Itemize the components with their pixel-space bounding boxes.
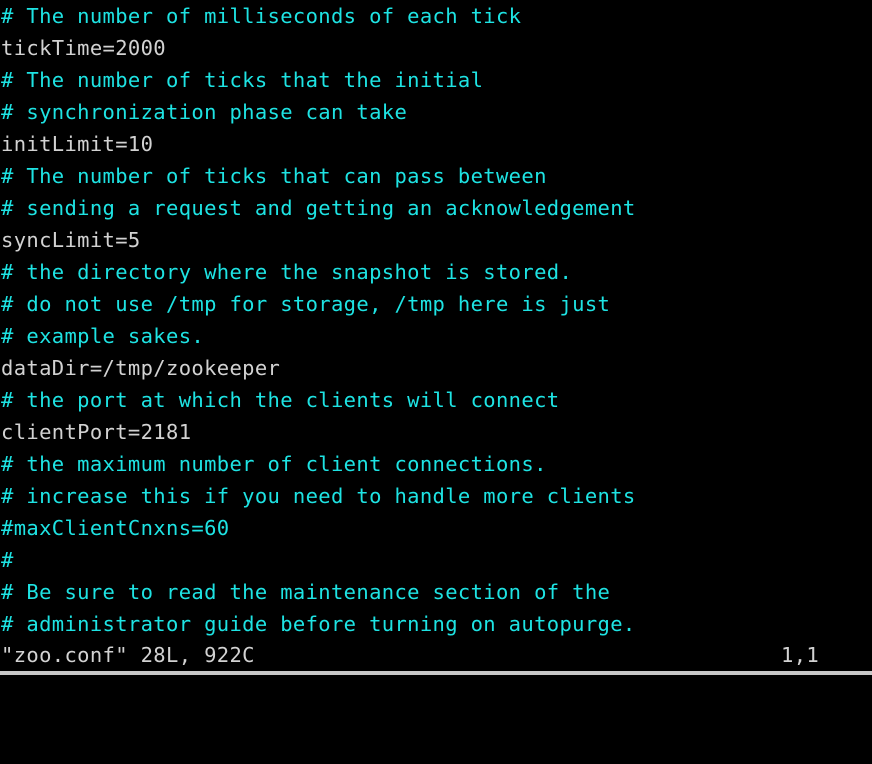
- vim-text-buffer[interactable]: # The number of milliseconds of each tic…: [0, 0, 872, 640]
- status-cursor-position: 1,1: [781, 643, 820, 667]
- editor-line[interactable]: # administrator guide before turning on …: [0, 608, 872, 640]
- editor-line[interactable]: #: [0, 544, 872, 576]
- vim-status-line: "zoo.conf" 28L, 922C 1,1: [0, 640, 872, 671]
- editor-line[interactable]: # do not use /tmp for storage, /tmp here…: [0, 288, 872, 320]
- editor-line[interactable]: # The number of ticks that can pass betw…: [0, 160, 872, 192]
- editor-line[interactable]: # example sakes.: [0, 320, 872, 352]
- editor-line[interactable]: clientPort=2181: [0, 416, 872, 448]
- editor-line[interactable]: # the port at which the clients will con…: [0, 384, 872, 416]
- terminal-bottom-strip: [0, 671, 872, 675]
- editor-line[interactable]: # synchronization phase can take: [0, 96, 872, 128]
- terminal-window: # The number of milliseconds of each tic…: [0, 0, 872, 675]
- editor-line[interactable]: # Be sure to read the maintenance sectio…: [0, 576, 872, 608]
- editor-line[interactable]: # increase this if you need to handle mo…: [0, 480, 872, 512]
- editor-line[interactable]: # The number of ticks that the initial: [0, 64, 872, 96]
- status-file-info: "zoo.conf" 28L, 922C: [1, 643, 255, 667]
- editor-line[interactable]: # the maximum number of client connectio…: [0, 448, 872, 480]
- editor-line[interactable]: # the directory where the snapshot is st…: [0, 256, 872, 288]
- editor-line[interactable]: # sending a request and getting an ackno…: [0, 192, 872, 224]
- editor-line[interactable]: #maxClientCnxns=60: [0, 512, 872, 544]
- editor-line[interactable]: # The number of milliseconds of each tic…: [0, 0, 872, 32]
- editor-line[interactable]: initLimit=10: [0, 128, 872, 160]
- editor-line[interactable]: dataDir=/tmp/zookeeper: [0, 352, 872, 384]
- editor-line[interactable]: syncLimit=5: [0, 224, 872, 256]
- editor-line[interactable]: tickTime=2000: [0, 32, 872, 64]
